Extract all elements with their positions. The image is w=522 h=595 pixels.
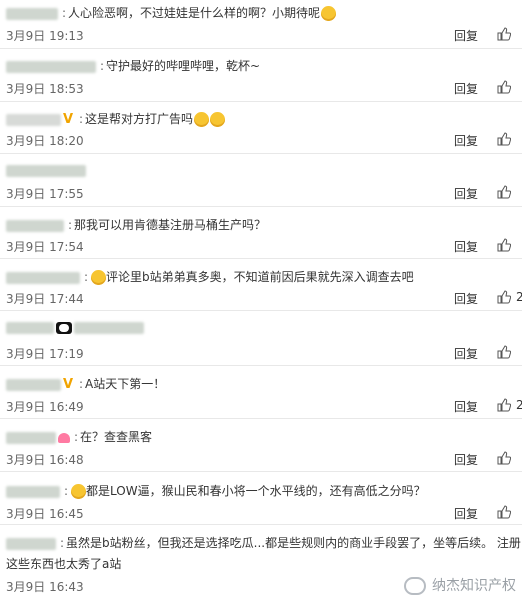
verified-v-icon: V — [63, 111, 74, 127]
divider — [0, 153, 522, 154]
comment-text: 都是LOW逼，猴山民和春小将一个水平线的，还有高低之分吗？ — [86, 484, 426, 498]
comment-time: 3月9日 18:53 — [6, 82, 84, 96]
comment-line: : 评论里b站弟弟真多奥，不知道前因后果就先深入调查去吧 — [6, 268, 414, 285]
comment-time: 3月9日 19:13 — [6, 29, 84, 43]
comment-text: 守护最好的哔哩哔哩，乾杯~ — [106, 59, 261, 73]
comment-line — [6, 163, 86, 177]
comment-line: V: A站天下第一！ — [6, 375, 165, 392]
comment-time: 3月9日 17:55 — [6, 187, 84, 201]
reply-button[interactable]: 回复 — [454, 505, 478, 522]
like-thumb-icon[interactable] — [497, 451, 511, 465]
comment-time: 3月9日 16:48 — [6, 453, 84, 467]
like-thumb-icon[interactable] — [497, 345, 511, 359]
watermark-text: 纳杰知识产权 — [432, 578, 516, 594]
comment-time: 3月9日 17:54 — [6, 240, 84, 254]
comment-line: : 守护最好的哔哩哔哩，乾杯~ — [6, 57, 260, 74]
like-count: 2 — [516, 398, 522, 412]
comment-time: 3月9日 16:49 — [6, 400, 84, 414]
reply-button[interactable]: 回复 — [454, 451, 478, 468]
wechat-logo-icon — [404, 577, 426, 595]
divider — [0, 471, 522, 472]
comment-time: 3月9日 16:45 — [6, 507, 84, 521]
username[interactable] — [6, 219, 64, 232]
divider — [0, 310, 522, 311]
username[interactable] — [74, 321, 144, 334]
reply-button[interactable]: 回复 — [454, 27, 478, 44]
username[interactable] — [6, 431, 56, 444]
divider — [0, 206, 522, 207]
username[interactable] — [6, 164, 86, 177]
divider — [0, 524, 522, 525]
laugh-emoji-icon — [194, 112, 210, 127]
username[interactable] — [6, 271, 80, 284]
divider — [0, 258, 522, 259]
reply-button[interactable]: 回复 — [454, 398, 478, 415]
divider — [0, 101, 522, 102]
comment-line: : 在？查查黑客 — [6, 428, 152, 445]
comment-time: 3月9日 18:20 — [6, 134, 84, 148]
like-thumb-icon[interactable] — [497, 505, 511, 519]
comment-line: 这些东西也太秀了a站 — [6, 555, 121, 572]
username[interactable] — [6, 113, 61, 126]
reply-button[interactable]: 回复 — [454, 345, 478, 362]
comment-text: 那我可以用肯德基注册马桶生产吗？ — [74, 218, 267, 232]
comment-text: A站天下第一！ — [85, 377, 166, 391]
comment-text: 虽然是b站粉丝，但我还是选择吃瓜...都是些规则内的商业手段罢了，坐等后续。 注… — [66, 536, 521, 550]
like-thumb-icon[interactable] — [497, 398, 511, 412]
laugh-emoji-icon — [321, 6, 337, 21]
reply-button[interactable]: 回复 — [454, 80, 478, 97]
username[interactable] — [6, 485, 60, 498]
like-thumb-icon[interactable] — [497, 132, 511, 146]
watermark: 纳杰知识产权 — [404, 575, 516, 595]
reply-button[interactable]: 回复 — [454, 132, 478, 149]
comment-time: 3月9日 17:44 — [6, 292, 84, 306]
comment-text: 评论里b站弟弟真多奥，不知道前因后果就先深入调查去吧 — [106, 270, 414, 284]
reply-button[interactable]: 回复 — [454, 238, 478, 255]
like-thumb-icon[interactable] — [497, 290, 511, 304]
comment-text: 人心险恶啊，不过娃娃是什么样的啊？小期待呢 — [68, 6, 321, 20]
comment-text: 这是帮对方打广告吗 — [85, 112, 194, 126]
divider — [0, 365, 522, 366]
comment-line: : 人心险恶啊，不过娃娃是什么样的啊？小期待呢 — [6, 4, 337, 21]
like-thumb-icon[interactable] — [497, 27, 511, 41]
heart-icon — [58, 432, 70, 443]
username[interactable] — [6, 537, 56, 550]
username[interactable] — [6, 7, 58, 20]
comment-line: V: 这是帮对方打广告吗 — [6, 110, 226, 127]
username[interactable] — [6, 321, 54, 334]
like-thumb-icon[interactable] — [497, 185, 511, 199]
like-thumb-icon[interactable] — [497, 238, 511, 252]
comment-line: : 那我可以用肯德基注册马桶生产吗？ — [6, 216, 266, 233]
panda-emoji-icon — [56, 321, 72, 334]
reply-button[interactable]: 回复 — [454, 185, 478, 202]
comment-line: : 虽然是b站粉丝，但我还是选择吃瓜...都是些规则内的商业手段罢了，坐等后续。 … — [6, 534, 521, 551]
verified-v-icon: V — [63, 376, 74, 392]
comment-line — [6, 320, 144, 334]
divider — [0, 418, 522, 419]
comment-line: : 都是LOW逼，猴山民和春小将一个水平线的，还有高低之分吗？ — [6, 482, 426, 499]
username[interactable] — [6, 378, 61, 391]
like-count: 2 — [516, 290, 522, 304]
reply-button[interactable]: 回复 — [454, 290, 478, 307]
comment-text: 在？查查黑客 — [80, 430, 153, 444]
comment-text-continued: 这些东西也太秀了a站 — [6, 557, 122, 571]
comment-time: 3月9日 16:43 — [6, 580, 84, 594]
username[interactable] — [6, 60, 96, 73]
laugh-emoji-icon — [210, 112, 226, 127]
grin-emoji-icon — [91, 270, 107, 285]
comment-time: 3月9日 17:19 — [6, 347, 84, 361]
divider — [0, 48, 522, 49]
like-thumb-icon[interactable] — [497, 80, 511, 94]
grin-emoji-icon — [71, 484, 87, 499]
